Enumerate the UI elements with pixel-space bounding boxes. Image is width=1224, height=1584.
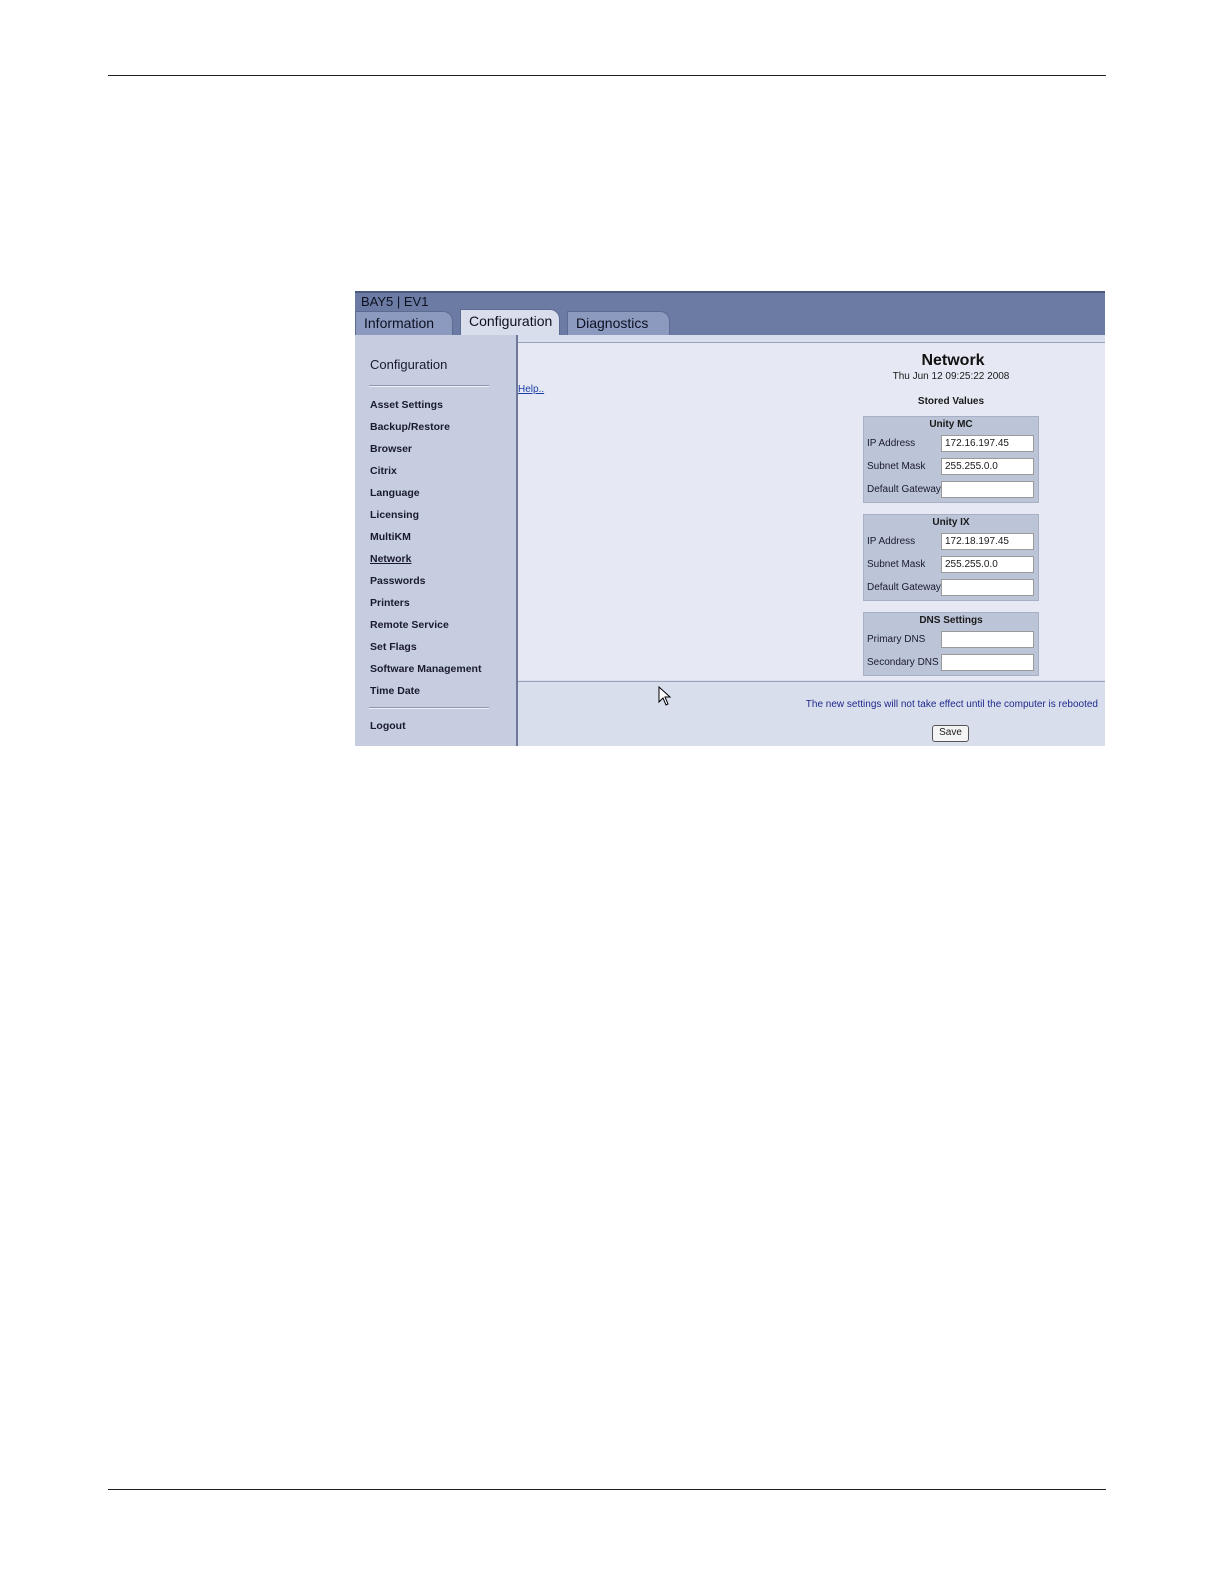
sidebar-item-language[interactable]: Language [370, 487, 420, 499]
sidebar-item-citrix[interactable]: Citrix [370, 465, 397, 477]
sidebar-item-remote-service[interactable]: Remote Service [370, 619, 449, 631]
window-title: BAY5 | EV1 [361, 294, 429, 309]
field-label: Default Gateway [867, 582, 941, 593]
field-label: Primary DNS [867, 634, 926, 645]
sidebar-item-time-date[interactable]: Time Date [370, 685, 420, 697]
reboot-notice: The new settings will not take effect un… [805, 699, 1098, 710]
sidebar-item-software-management[interactable]: Software Management [370, 663, 481, 675]
form-row: Default Gateway [864, 577, 1038, 600]
main-panel: Network Thu Jun 12 09:25:22 2008 Help.. … [518, 335, 1105, 746]
sidebar-item-printers[interactable]: Printers [370, 597, 410, 609]
form-row: Primary DNS [864, 629, 1038, 652]
sidebar-title: Configuration [370, 357, 448, 372]
ix-default-gateway-input[interactable] [941, 579, 1034, 596]
group-title: Unity MC [929, 419, 973, 430]
sidebar-item-licensing[interactable]: Licensing [370, 509, 419, 521]
field-label: Subnet Mask [867, 559, 926, 570]
content-area: Network Thu Jun 12 09:25:22 2008 Help.. … [518, 342, 1105, 680]
sidebar-item-multikm[interactable]: MultiKM [370, 531, 411, 543]
page-top-rule [108, 75, 1106, 76]
page-title-row: Network [518, 352, 1105, 370]
sidebar-divider [369, 385, 489, 387]
field-label: IP Address [867, 438, 916, 449]
form-row: Subnet Mask 255.255.0.0 [864, 456, 1038, 479]
sidebar-divider [369, 707, 489, 709]
field-label: Secondary DNS [867, 657, 939, 668]
mc-default-gateway-input[interactable] [941, 481, 1034, 498]
field-label: Default Gateway [867, 484, 941, 495]
unity-mc-group: Unity MC IP Address 172.16.197.45 Subnet… [863, 416, 1039, 503]
sidebar-item-browser[interactable]: Browser [370, 443, 412, 455]
footer-divider [518, 681, 1105, 682]
ix-ip-address-input[interactable]: 172.18.197.45 [941, 533, 1034, 550]
stored-values-heading: Stored Values [917, 396, 985, 407]
sidebar-item-network[interactable]: Network [370, 553, 411, 565]
tab-diagnostics[interactable]: Diagnostics [567, 311, 670, 337]
mc-ip-address-input[interactable]: 172.16.197.45 [941, 435, 1034, 452]
app-screenshot: BAY5 | EV1 Information Configuration Dia… [355, 291, 1105, 746]
ix-subnet-mask-input[interactable]: 255.255.0.0 [941, 556, 1034, 573]
page-title: Network [921, 352, 985, 369]
mc-subnet-mask-input[interactable]: 255.255.0.0 [941, 458, 1034, 475]
logout-link[interactable]: Logout [370, 720, 406, 732]
tab-configuration[interactable]: Configuration [460, 309, 560, 337]
field-label: IP Address [867, 536, 916, 547]
form-row: IP Address 172.16.197.45 [864, 433, 1038, 456]
primary-dns-input[interactable] [941, 631, 1034, 648]
group-title: Unity IX [932, 517, 970, 528]
form-row: IP Address 172.18.197.45 [864, 531, 1038, 554]
sidebar-item-set-flags[interactable]: Set Flags [370, 641, 417, 653]
tab-information[interactable]: Information [355, 311, 453, 337]
page-bottom-rule [108, 1489, 1106, 1490]
timestamp: Thu Jun 12 09:25:22 2008 [892, 371, 1010, 382]
field-label: Subnet Mask [867, 461, 926, 472]
form-row: Secondary DNS [864, 652, 1038, 675]
group-title: DNS Settings [919, 615, 983, 626]
secondary-dns-input[interactable] [941, 654, 1034, 671]
unity-ix-group: Unity IX IP Address 172.18.197.45 Subnet… [863, 514, 1039, 601]
sidebar-item-passwords[interactable]: Passwords [370, 575, 425, 587]
sidebar-item-asset-settings[interactable]: Asset Settings [370, 399, 443, 411]
form-row: Subnet Mask 255.255.0.0 [864, 554, 1038, 577]
dns-settings-group: DNS Settings Primary DNS Secondary DNS [863, 612, 1039, 676]
sidebar: Configuration Asset Settings Backup/Rest… [355, 335, 518, 746]
form-row: Default Gateway [864, 479, 1038, 502]
sidebar-item-backup-restore[interactable]: Backup/Restore [370, 421, 450, 433]
save-button[interactable]: Save [932, 725, 969, 742]
title-bar: BAY5 | EV1 Information Configuration Dia… [355, 291, 1105, 337]
mouse-pointer-icon [658, 686, 672, 706]
help-link[interactable]: Help.. [518, 384, 544, 395]
